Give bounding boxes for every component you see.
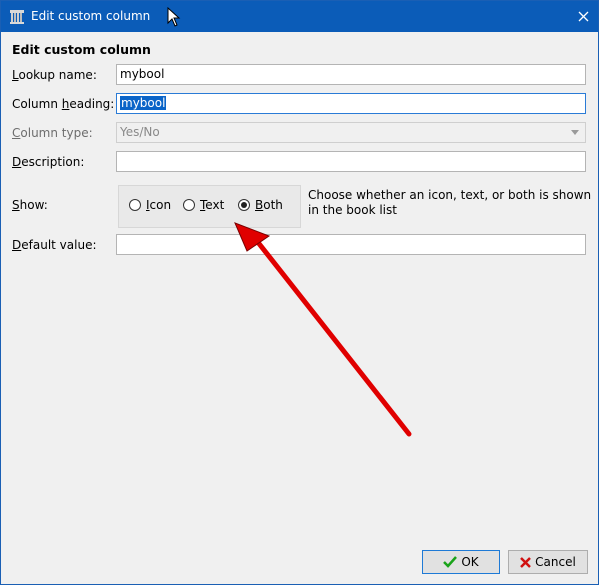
lookup-name-value: mybool xyxy=(120,67,165,81)
app-icon xyxy=(10,10,24,24)
column-type-select[interactable]: Yes/No xyxy=(116,122,586,143)
column-type-value: Yes/No xyxy=(120,125,160,139)
ok-button[interactable]: OK xyxy=(422,550,500,574)
description-label: Description: xyxy=(12,155,85,169)
radio-both-label: Both xyxy=(255,198,283,212)
lookup-name-label: Lookup name: xyxy=(12,68,97,82)
show-label: Show: xyxy=(12,198,48,212)
dialog-window: Edit custom column Edit custom column Lo… xyxy=(0,0,599,585)
radio-button[interactable] xyxy=(129,199,141,211)
close-icon xyxy=(578,11,588,22)
section-title: Edit custom column xyxy=(12,42,151,57)
title-bar[interactable]: Edit custom column xyxy=(1,1,598,32)
column-heading-value: mybool xyxy=(120,96,167,110)
column-heading-label: Column heading: xyxy=(12,97,115,111)
cancel-label: Cancel xyxy=(535,555,576,569)
description-input[interactable] xyxy=(116,151,586,172)
radio-both-option[interactable]: Both xyxy=(238,198,283,212)
window-title: Edit custom column xyxy=(31,9,151,23)
check-icon xyxy=(443,556,458,568)
annotation-arrow xyxy=(234,222,412,437)
mouse-cursor-icon xyxy=(167,7,181,27)
cancel-x-icon xyxy=(520,556,532,568)
cancel-button[interactable]: Cancel xyxy=(508,550,588,574)
radio-icon-label: Icon xyxy=(146,198,172,212)
close-button[interactable] xyxy=(568,1,598,32)
radio-icon-option[interactable]: Icon xyxy=(129,198,171,212)
column-heading-input[interactable]: mybool xyxy=(116,93,586,114)
lookup-name-input[interactable]: mybool xyxy=(116,64,586,85)
ok-label: OK xyxy=(461,555,479,569)
column-type-label: Column type: xyxy=(12,126,93,140)
radio-button-checked[interactable] xyxy=(238,199,250,211)
radio-text-label: Text xyxy=(200,198,225,212)
show-help-text: Choose whether an icon, text, or both is… xyxy=(308,188,592,217)
chevron-down-icon xyxy=(571,130,579,135)
show-radio-group: Icon Text Both xyxy=(118,185,301,228)
radio-text-option[interactable]: Text xyxy=(183,198,224,212)
default-value-label: Default value: xyxy=(12,238,97,252)
radio-button[interactable] xyxy=(183,199,195,211)
annotation-arrow-shaft xyxy=(250,233,412,437)
default-value-input[interactable] xyxy=(116,234,586,255)
